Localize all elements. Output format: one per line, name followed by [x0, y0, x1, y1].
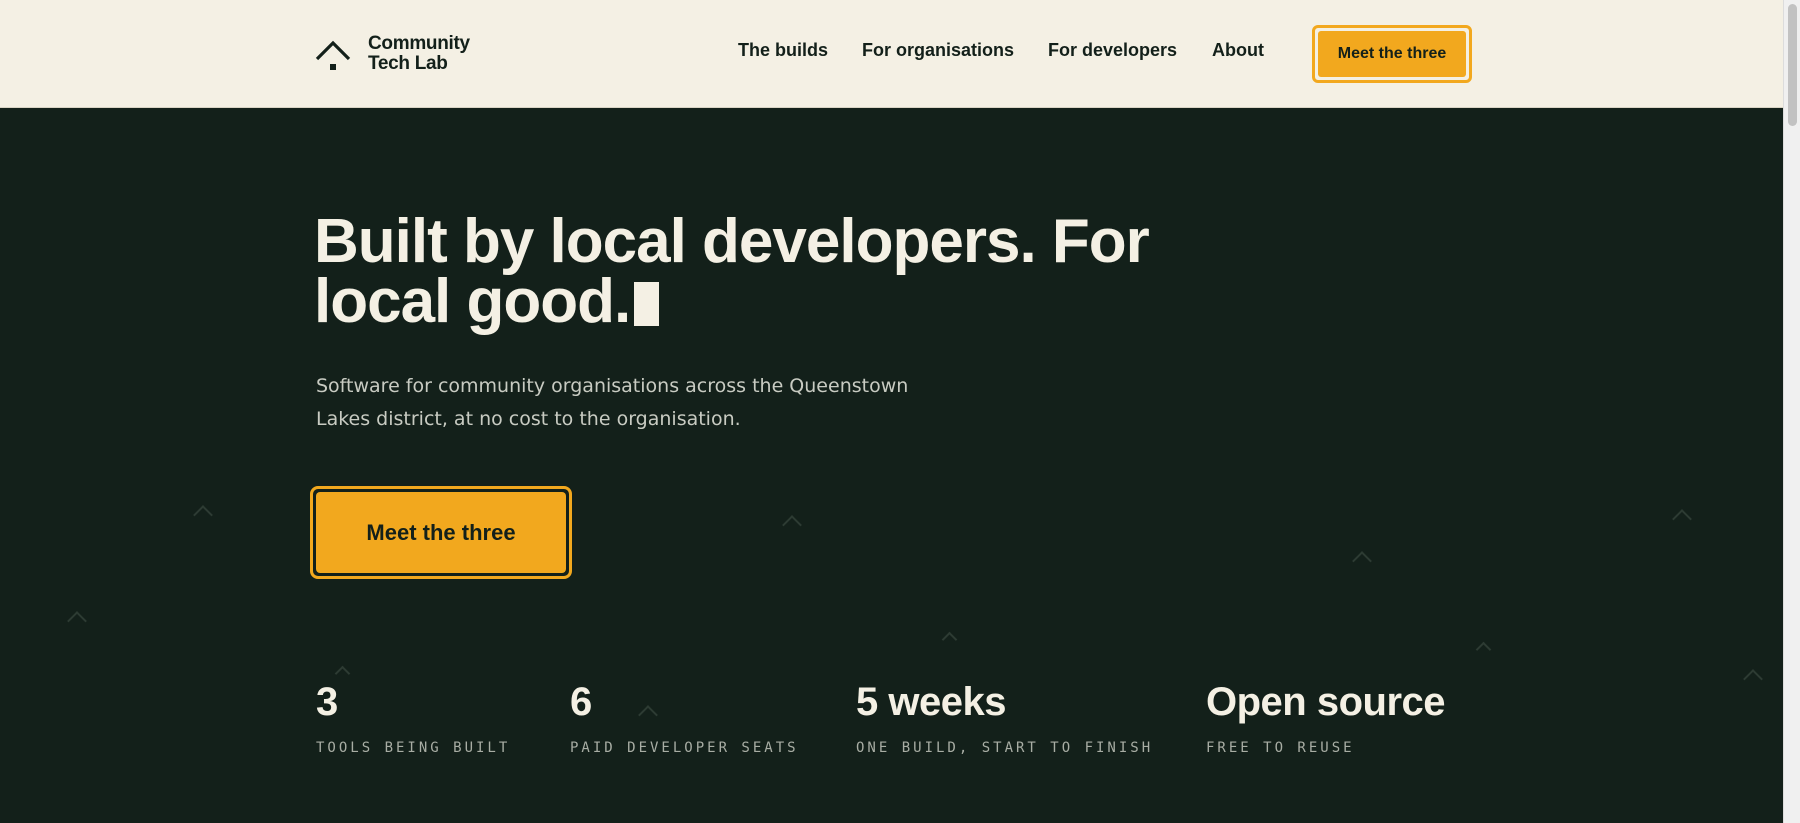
header-meet-the-three-button[interactable]: Meet the three	[1312, 25, 1472, 83]
stat-value: 3	[316, 680, 338, 724]
chevron-decoration-icon	[941, 631, 958, 648]
nav-the-builds[interactable]: The builds	[738, 40, 828, 61]
scrollbar-thumb[interactable]	[1788, 4, 1797, 126]
hero-title-text: Built by local developers. For local goo…	[314, 207, 1150, 336]
nav-for-organisations[interactable]: For organisations	[862, 40, 1014, 61]
brand-name-line1: Community	[368, 33, 470, 54]
chevron-decoration-icon	[334, 665, 351, 682]
text-cursor	[634, 282, 660, 326]
hero-subtitle: Software for community organisations acr…	[316, 375, 909, 430]
stat-seats: 6 PAID DEVELOPER SEATS	[570, 680, 799, 756]
chevron-decoration-icon	[1475, 641, 1492, 658]
hero-cta-label: Meet the three	[316, 492, 566, 573]
chevron-decoration-icon	[1352, 551, 1372, 571]
house-roof-icon	[315, 40, 351, 70]
stat-label: ONE BUILD, START TO FINISH	[856, 740, 1154, 756]
brand-name-line2: Tech Lab	[368, 53, 448, 74]
stat-label: PAID DEVELOPER SEATS	[570, 740, 799, 756]
stat-value: Open source	[1206, 680, 1446, 724]
stat-duration: 5 weeks ONE BUILD, START TO FINISH	[856, 680, 1153, 756]
vertical-scrollbar[interactable]	[1783, 0, 1800, 823]
stat-label: FREE TO REUSE	[1206, 740, 1355, 756]
chevron-decoration-icon	[1743, 669, 1763, 689]
stat-value: 5 weeks	[856, 680, 1006, 724]
chevron-decoration-icon	[782, 515, 802, 535]
stat-label: TOOLS BEING BUILT	[316, 740, 511, 756]
header-cta-label: Meet the three	[1318, 31, 1466, 77]
stat-tools: 3 TOOLS BEING BUILT	[316, 680, 510, 756]
nav-about[interactable]: About	[1212, 40, 1264, 61]
stat-value: 6	[570, 680, 592, 724]
chevron-decoration-icon	[67, 611, 87, 631]
site-header: Community Tech Lab The builds For organi…	[0, 0, 1783, 108]
stat-open-source: Open source FREE TO REUSE	[1206, 680, 1446, 756]
page: Community Tech Lab The builds For organi…	[0, 0, 1783, 823]
logo[interactable]: Community Tech Lab	[314, 34, 470, 74]
chevron-decoration-icon	[193, 505, 213, 525]
hero-title: Built by local developers. For local goo…	[314, 211, 1214, 333]
nav-for-developers[interactable]: For developers	[1048, 40, 1177, 61]
brand-name: Community Tech Lab	[368, 34, 470, 74]
hero-meet-the-three-button[interactable]: Meet the three	[310, 486, 572, 579]
chevron-decoration-icon	[1672, 509, 1692, 529]
